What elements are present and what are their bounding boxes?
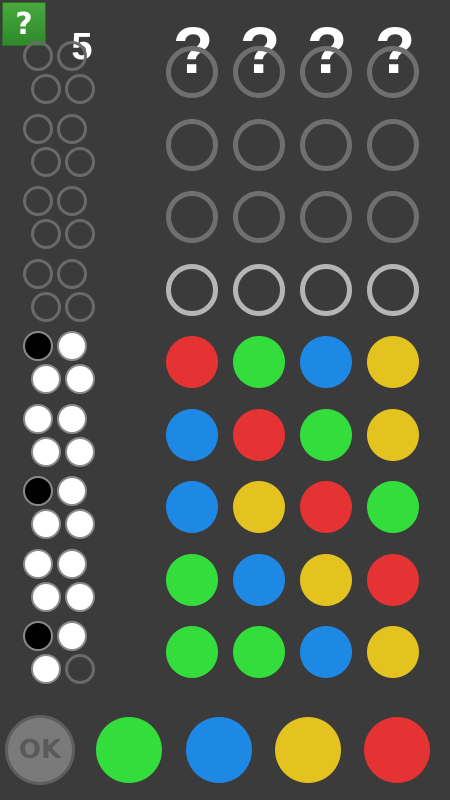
hint-peg-row7-4 xyxy=(65,509,95,539)
hint-peg-row6-4 xyxy=(65,436,95,467)
guess-peg-row4-slot2[interactable] xyxy=(233,263,285,316)
palette-red-button[interactable] xyxy=(364,717,430,783)
guess-peg-row8-slot3 xyxy=(300,553,352,606)
guess-peg-row5-slot2 xyxy=(233,336,285,388)
guess-peg-row9-slot2 xyxy=(233,626,285,678)
guess-peg-row4-slot3[interactable] xyxy=(300,263,352,316)
guess-peg-row1-slot2 xyxy=(233,46,285,98)
guess-peg-row6-slot1 xyxy=(166,408,218,461)
guess-peg-row2-slot4 xyxy=(367,118,419,171)
guess-peg-row7-slot1 xyxy=(166,481,218,533)
guess-peg-row5-slot4 xyxy=(367,336,419,388)
hint-peg-row5-3 xyxy=(31,364,61,394)
guess-peg-row8-slot1 xyxy=(166,553,218,606)
hint-peg-row5-4 xyxy=(65,364,95,394)
hint-peg-row6-3 xyxy=(31,436,61,467)
palette-blue-button[interactable] xyxy=(186,717,252,783)
hint-peg-row6-1 xyxy=(23,403,53,434)
hint-peg-row8-4 xyxy=(65,581,95,612)
guess-peg-row1-slot4 xyxy=(367,46,419,98)
palette-green-button[interactable] xyxy=(96,717,162,783)
guess-peg-row7-slot2 xyxy=(233,481,285,533)
guess-peg-row4-slot4[interactable] xyxy=(367,263,419,316)
hint-peg-row8-3 xyxy=(31,581,61,612)
guess-peg-row9-slot1 xyxy=(166,626,218,678)
help-button[interactable]: ? xyxy=(2,2,46,46)
guess-peg-row2-slot3 xyxy=(300,118,352,171)
guess-peg-row5-slot3 xyxy=(300,336,352,388)
palette-yellow-button[interactable] xyxy=(275,717,341,783)
guess-peg-row3-slot4 xyxy=(367,191,419,243)
hint-peg-row8-2 xyxy=(57,548,87,579)
guess-peg-row8-slot4 xyxy=(367,553,419,606)
hint-peg-row1-1 xyxy=(23,41,53,71)
guess-peg-row1-slot1 xyxy=(166,46,218,98)
hint-peg-row2-4 xyxy=(65,146,95,177)
guess-peg-row1-slot3 xyxy=(300,46,352,98)
guess-peg-row9-slot3 xyxy=(300,626,352,678)
guess-peg-row5-slot1 xyxy=(166,336,218,388)
guess-peg-row6-slot3 xyxy=(300,408,352,461)
hint-peg-row2-2 xyxy=(57,113,87,144)
guess-peg-row2-slot1 xyxy=(166,118,218,171)
hint-peg-row9-2 xyxy=(57,621,87,651)
guess-peg-row8-slot2 xyxy=(233,553,285,606)
guess-peg-row2-slot2 xyxy=(233,118,285,171)
hint-peg-row4-2 xyxy=(57,258,87,289)
hint-peg-row4-3 xyxy=(31,291,61,322)
guess-peg-row9-slot4 xyxy=(367,626,419,678)
guess-peg-row7-slot4 xyxy=(367,481,419,533)
hint-peg-row3-2 xyxy=(57,186,87,216)
guess-peg-row6-slot4 xyxy=(367,408,419,461)
guess-peg-row7-slot3 xyxy=(300,481,352,533)
guess-peg-row3-slot2 xyxy=(233,191,285,243)
guess-peg-row3-slot1 xyxy=(166,191,218,243)
hint-peg-row7-2 xyxy=(57,476,87,506)
hint-peg-row1-4 xyxy=(65,74,95,104)
ok-button[interactable]: OK xyxy=(5,715,75,785)
hint-peg-row2-1 xyxy=(23,113,53,144)
hint-peg-row2-3 xyxy=(31,146,61,177)
hint-peg-row1-3 xyxy=(31,74,61,104)
guess-peg-row4-slot1[interactable] xyxy=(166,263,218,316)
hint-peg-row9-4 xyxy=(65,654,95,684)
hint-peg-row3-1 xyxy=(23,186,53,216)
hint-peg-row8-1 xyxy=(23,548,53,579)
hint-peg-row6-2 xyxy=(57,403,87,434)
hint-peg-row4-4 xyxy=(65,291,95,322)
hint-peg-row4-1 xyxy=(23,258,53,289)
hint-peg-row7-3 xyxy=(31,509,61,539)
hint-peg-row9-3 xyxy=(31,654,61,684)
hint-peg-row5-2 xyxy=(57,331,87,361)
guess-peg-row6-slot2 xyxy=(233,408,285,461)
hint-peg-row5-1 xyxy=(23,331,53,361)
hint-peg-row7-1 xyxy=(23,476,53,506)
hint-peg-row3-3 xyxy=(31,219,61,249)
hint-peg-row9-1 xyxy=(23,621,53,651)
guess-peg-row3-slot3 xyxy=(300,191,352,243)
hint-peg-row3-4 xyxy=(65,219,95,249)
hint-peg-row1-2 xyxy=(57,41,87,71)
